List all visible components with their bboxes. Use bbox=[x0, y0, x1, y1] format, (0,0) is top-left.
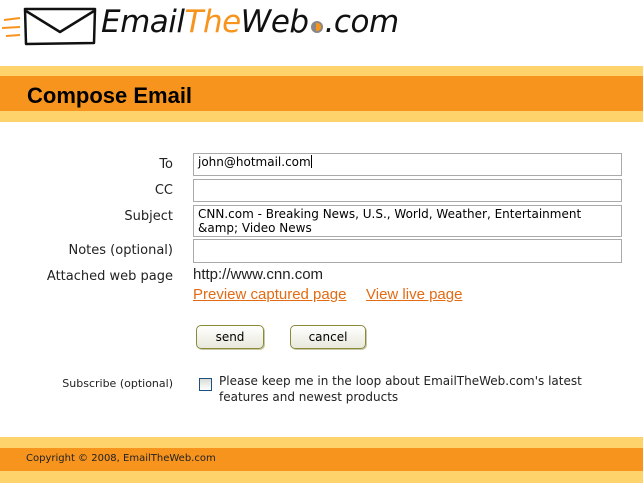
envelope-icon bbox=[23, 7, 97, 46]
logo-wordmark: EmailTheWeb .com bbox=[101, 4, 399, 40]
cc-field[interactable] bbox=[193, 179, 622, 202]
subscribe-text: Please keep me in the loop about EmailTh… bbox=[219, 374, 582, 404]
notes-field[interactable] bbox=[193, 239, 622, 263]
attached-label: Attached web page bbox=[46, 269, 173, 284]
text-cursor bbox=[310, 155, 312, 168]
send-button[interactable]: send bbox=[196, 325, 264, 349]
to-value: john@hotmail.com bbox=[198, 155, 311, 169]
logo-word-web: Web bbox=[240, 4, 309, 40]
subscribe-checkbox[interactable] bbox=[199, 378, 212, 391]
logo-mouse-icon bbox=[310, 21, 323, 33]
page-title: Compose Email bbox=[27, 83, 193, 108]
speed-lines-icon bbox=[2, 17, 21, 37]
logo-word-com: .com bbox=[324, 4, 400, 40]
site-logo[interactable]: EmailTheWeb .com bbox=[0, 0, 643, 50]
attached-url: http://www.cnn.com bbox=[193, 266, 324, 283]
cancel-button[interactable]: cancel bbox=[290, 325, 366, 349]
subject-label: Subject bbox=[124, 209, 173, 224]
cc-label: CC bbox=[154, 183, 173, 198]
to-label: To bbox=[159, 157, 173, 172]
logo-word-the: The bbox=[184, 4, 242, 40]
view-live-link[interactable]: View live page bbox=[366, 286, 462, 303]
subject-field[interactable]: CNN.com - Breaking News, U.S., World, We… bbox=[193, 205, 622, 237]
subscribe-label: Subscribe (optional) bbox=[62, 377, 173, 390]
preview-captured-link[interactable]: Preview captured page bbox=[193, 286, 346, 303]
notes-label: Notes (optional) bbox=[68, 243, 173, 258]
logo-word-email: Email bbox=[101, 4, 185, 40]
footer-copyright: Copyright © 2008, EmailTheWeb.com bbox=[26, 453, 216, 464]
to-field[interactable]: john@hotmail.com bbox=[193, 153, 622, 176]
